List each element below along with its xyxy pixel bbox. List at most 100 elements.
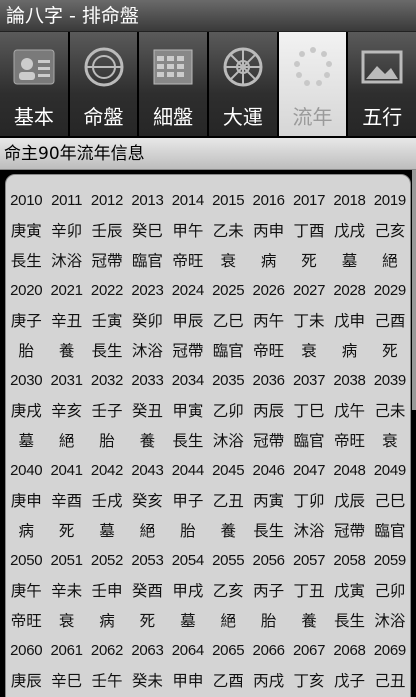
- ganzhi-cell: 庚子: [10, 312, 42, 330]
- year-cell: 2019: [373, 191, 406, 209]
- tab-label: 基本: [13, 105, 54, 129]
- ganzhi-row: 庚寅 辛卯 壬辰 癸巳 甲午 乙未 丙申 丁酉 戊戌 己亥: [6, 215, 410, 245]
- year-cell: 2031: [50, 371, 83, 389]
- phase-cell: 帝旺: [10, 612, 42, 630]
- phase-cell: 病: [18, 522, 34, 540]
- year-cell: 2054: [171, 551, 204, 569]
- tab-annual[interactable]: 流年: [278, 32, 349, 136]
- ganzhi-cell: 甲辰: [172, 312, 204, 330]
- ganzhi-cell: 己亥: [374, 222, 406, 240]
- phase-cell: 養: [139, 432, 156, 450]
- year-cell: 2035: [212, 371, 245, 389]
- year-cell: 2038: [333, 371, 366, 389]
- phase-cell: 死: [58, 522, 75, 540]
- ganzhi-cell: 戊子: [333, 672, 365, 690]
- ganzhi-cell: 丁丑: [293, 582, 325, 600]
- annual-fortune-list[interactable]: 2010 2011 2012 2013 2014 2015 2016 2017 2018 2019…: [0, 170, 416, 697]
- ganzhi-cell: 戊午: [333, 402, 365, 420]
- landscape-icon: [361, 50, 403, 84]
- phase-row: 病 死 墓 絕 胎 養長生 沐浴 冠帶 臨官: [6, 515, 410, 545]
- tab-detail[interactable]: 細盤: [139, 32, 210, 136]
- year-cell: 2056: [252, 551, 285, 569]
- ganzhi-cell: 丙戌: [253, 672, 285, 690]
- app-title: 論八字 - 排命盤: [6, 5, 139, 27]
- year-cell: 2068: [333, 641, 366, 659]
- year-cell: 2011: [51, 191, 83, 209]
- ganzhi-cell: 癸丑: [131, 402, 163, 420]
- ganzhi-cell: 癸酉: [131, 582, 163, 600]
- year-cell: 2050: [10, 551, 43, 569]
- ganzhi-cell: 乙丑: [212, 492, 244, 510]
- ganzhi-cell: 壬辰: [91, 222, 123, 240]
- ganzhi-cell: 己未: [374, 402, 406, 420]
- year-row: 2030 2031 2032 2033 2034 2035 2036 2037 2038 2039: [6, 365, 410, 395]
- phase-cell: 墓: [180, 612, 196, 630]
- ganzhi-row: 庚辰 辛巳 壬午 癸未 甲申 乙酉 丙戌 丁亥 戊子 己丑: [6, 665, 410, 695]
- tab-label: 流年: [292, 105, 333, 129]
- tab-five-elements[interactable]: 五行: [348, 32, 416, 136]
- year-cell: 2018: [333, 191, 366, 209]
- phase-cell: 病: [260, 252, 277, 270]
- loading-dots-icon: [293, 47, 332, 86]
- ganzhi-cell: 乙酉: [212, 672, 244, 690]
- year-cell: 2016: [252, 191, 285, 209]
- ganzhi-cell: 庚午: [10, 582, 42, 600]
- ganzhi-cell: 丙辰: [253, 402, 285, 420]
- year-cell: 2012: [90, 191, 124, 209]
- year-cell: 2036: [252, 371, 285, 389]
- scrollbar[interactable]: [412, 170, 416, 410]
- ganzhi-cell: 丁巳: [293, 402, 325, 420]
- phase-cell: 墓: [99, 522, 115, 540]
- ganzhi-cell: 乙未: [212, 222, 244, 240]
- phase-cell: 長生: [10, 252, 42, 270]
- phase-cell: 胎: [260, 612, 277, 630]
- phase-cell: 臨官: [131, 252, 163, 270]
- phase-cell: 帝旺: [253, 342, 285, 360]
- year-cell: 2060: [10, 641, 43, 659]
- year-cell: 2022: [90, 281, 124, 299]
- phase-cell: 衰: [382, 432, 398, 450]
- year-cell: 2064: [171, 641, 204, 659]
- year-cell: 2033: [131, 371, 164, 389]
- phase-cell: 帝旺: [333, 432, 365, 450]
- year-cell: 2055: [212, 551, 245, 569]
- tab-luck-cycle[interactable]: 大運: [209, 32, 279, 136]
- ganzhi-cell: 丁未: [293, 312, 325, 330]
- ganzhi-cell: 乙亥: [212, 582, 244, 600]
- ganzhi-cell: 甲戌: [172, 582, 204, 600]
- year-cell: 2025: [212, 281, 245, 299]
- year-cell: 2037: [292, 371, 326, 389]
- ganzhi-cell: 戊戌: [333, 222, 365, 240]
- year-cell: 2051: [50, 551, 83, 569]
- phase-cell: 死: [301, 252, 317, 270]
- year-cell: 2043: [131, 461, 164, 479]
- year-cell: 2059: [373, 551, 406, 569]
- year-cell: 2015: [212, 191, 245, 209]
- phase-cell: 冠帶: [91, 252, 123, 270]
- year-cell: 2021: [50, 281, 83, 299]
- phase-cell: 臨官: [374, 522, 406, 540]
- phase-cell: 衰: [301, 342, 317, 360]
- tab-basic[interactable]: 基本: [0, 32, 70, 136]
- ganzhi-cell: 庚戌: [10, 402, 42, 420]
- year-cell: 2023: [131, 281, 164, 299]
- person-card-icon: [13, 49, 55, 85]
- tab-chart[interactable]: 命盤: [69, 32, 140, 136]
- phase-cell: 沐浴: [212, 432, 244, 450]
- phase-cell: 冠帶: [253, 432, 285, 450]
- phase-cell: 衰: [220, 252, 236, 270]
- phase-cell: 絕: [220, 612, 236, 630]
- ganzhi-row: 庚戌 辛亥 壬子 癸丑 甲寅 乙卯 丙辰 丁巳 戊午 己未: [6, 395, 410, 425]
- ganzhi-cell: 辛卯: [51, 222, 83, 240]
- year-cell: 2028: [333, 281, 366, 299]
- year-row: 2060 2061 2062 2063 2064 2065 2066 2067 2068 2069: [6, 635, 410, 665]
- ganzhi-cell: 癸未: [131, 672, 163, 690]
- phase-row: 長生 沐浴 冠帶 臨官 帝旺衰 病 死 墓 絕: [6, 245, 410, 275]
- ganzhi-cell: 庚寅: [10, 222, 42, 240]
- year-cell: 2057: [292, 551, 326, 569]
- ganzhi-cell: 己酉: [374, 312, 406, 330]
- ganzhi-cell: 甲子: [172, 492, 204, 510]
- year-cell: 2017: [292, 191, 326, 209]
- phase-cell: 冠帶: [333, 522, 365, 540]
- phase-cell: 絕: [382, 252, 398, 270]
